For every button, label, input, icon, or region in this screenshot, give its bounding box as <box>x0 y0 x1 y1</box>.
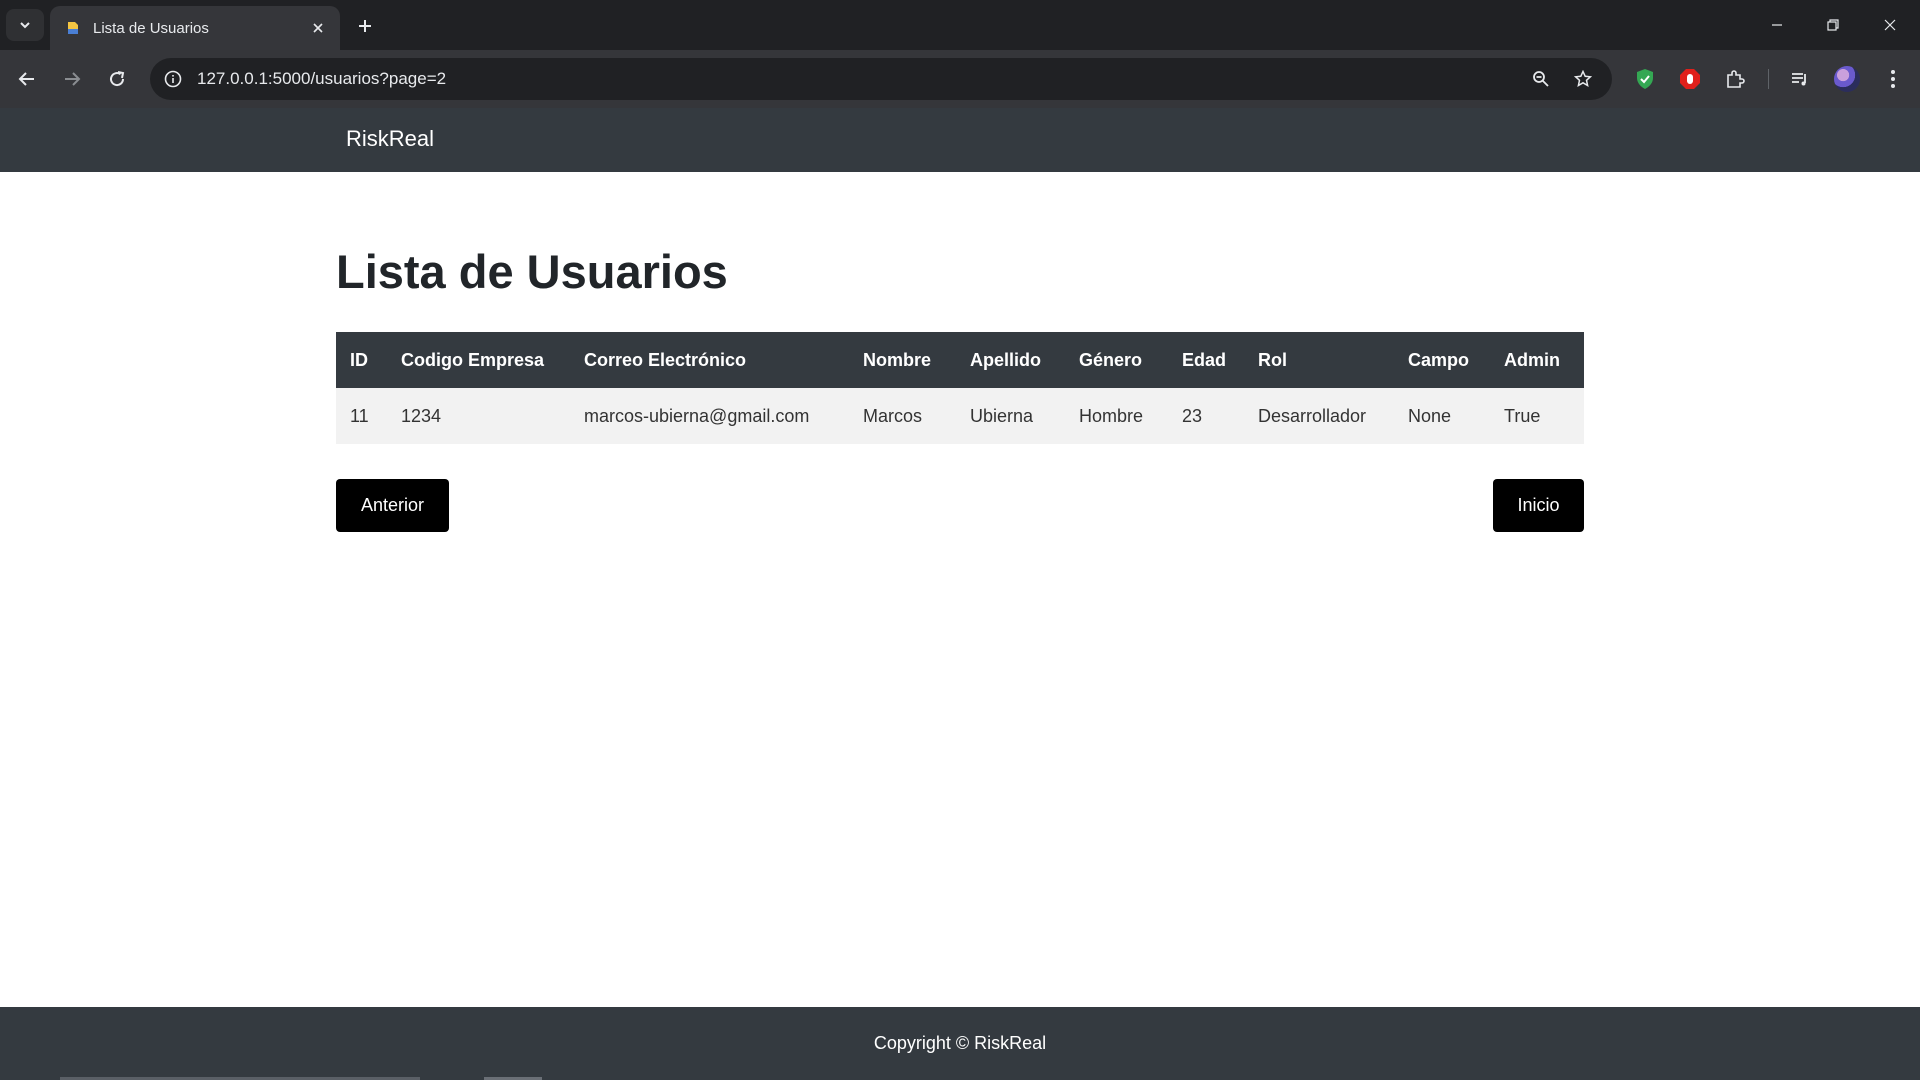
cell-nombre: Marcos <box>849 388 956 444</box>
bookmark-star-icon[interactable] <box>1570 66 1596 92</box>
new-tab-button[interactable] <box>352 13 378 39</box>
favicon-icon <box>65 20 81 36</box>
close-tab-icon[interactable] <box>308 18 328 38</box>
cell-edad: 23 <box>1168 388 1244 444</box>
table-row: 11 1234 marcos-ubierna@gmail.com Marcos … <box>336 388 1584 444</box>
page-title: Lista de Usuarios <box>336 245 728 298</box>
adblock-extension-icon[interactable] <box>1676 65 1704 93</box>
kebab-menu-icon[interactable] <box>1879 65 1907 93</box>
column-header-rol: Rol <box>1244 332 1394 388</box>
arrow-right-icon <box>65 72 81 86</box>
arrow-left-icon <box>18 72 34 86</box>
column-header-nombre: Nombre <box>849 332 956 388</box>
browser-tabstrip: Lista de Usuarios <box>0 0 1920 50</box>
site-info-icon[interactable] <box>160 66 186 92</box>
footer: Copyright © RiskReal <box>0 1007 1920 1080</box>
minimize-icon <box>1772 24 1782 26</box>
toolbar-divider <box>1768 69 1769 89</box>
cell-genero: Hombre <box>1065 388 1168 444</box>
copyright-text: Copyright © RiskReal <box>873 1033 1047 1053</box>
tab-title: Lista de Usuarios <box>93 19 209 37</box>
reload-icon <box>110 71 125 87</box>
column-header-correo: Correo Electrónico <box>570 332 849 388</box>
home-button[interactable]: Inicio <box>1493 479 1584 532</box>
restore-icon <box>1827 19 1839 31</box>
column-header-genero: Género <box>1065 332 1168 388</box>
forward-button[interactable] <box>57 64 87 94</box>
plus-icon <box>359 20 371 32</box>
cell-rol: Desarrollador <box>1244 388 1394 444</box>
restore-button[interactable] <box>1813 10 1853 40</box>
cell-correo: marcos-ubierna@gmail.com <box>570 388 849 444</box>
cell-admin: True <box>1490 388 1584 444</box>
reload-button[interactable] <box>102 64 132 94</box>
column-header-apellido: Apellido <box>956 332 1065 388</box>
cell-apellido: Ubierna <box>956 388 1065 444</box>
minimize-button[interactable] <box>1757 10 1797 40</box>
table-header-row: ID Codigo Empresa Correo Electrónico Nom… <box>336 332 1584 388</box>
zoom-icon[interactable] <box>1528 66 1554 92</box>
chevron-down-icon <box>20 22 30 29</box>
url-text: 127.0.0.1:5000/usuarios?page=2 <box>197 69 447 88</box>
profile-avatar[interactable] <box>1834 66 1860 92</box>
browser-tab-active[interactable]: Lista de Usuarios <box>50 6 340 50</box>
cell-codigo-empresa: 1234 <box>387 388 570 444</box>
cell-id: 11 <box>336 388 387 444</box>
shield-extension-icon[interactable] <box>1631 65 1659 93</box>
back-button[interactable] <box>12 64 42 94</box>
puzzle-icon[interactable] <box>1721 65 1749 93</box>
brand-link[interactable]: RiskReal <box>346 126 434 152</box>
column-header-edad: Edad <box>1168 332 1244 388</box>
users-table: ID Codigo Empresa Correo Electrónico Nom… <box>336 332 1584 444</box>
column-header-id: ID <box>336 332 387 388</box>
browser-toolbar: 127.0.0.1:5000/usuarios?page=2 <box>0 50 1920 108</box>
previous-page-button[interactable]: Anterior <box>336 479 449 532</box>
address-bar[interactable]: 127.0.0.1:5000/usuarios?page=2 <box>150 58 1612 100</box>
cell-campo: None <box>1394 388 1490 444</box>
app-navbar: RiskReal <box>0 108 1920 172</box>
tab-search-button[interactable] <box>6 9 44 41</box>
column-header-campo: Campo <box>1394 332 1490 388</box>
column-header-codigo-empresa: Codigo Empresa <box>387 332 570 388</box>
media-control-icon[interactable] <box>1786 65 1814 93</box>
column-header-admin: Admin <box>1490 332 1584 388</box>
close-window-button[interactable] <box>1870 10 1910 40</box>
close-icon <box>1884 19 1896 31</box>
